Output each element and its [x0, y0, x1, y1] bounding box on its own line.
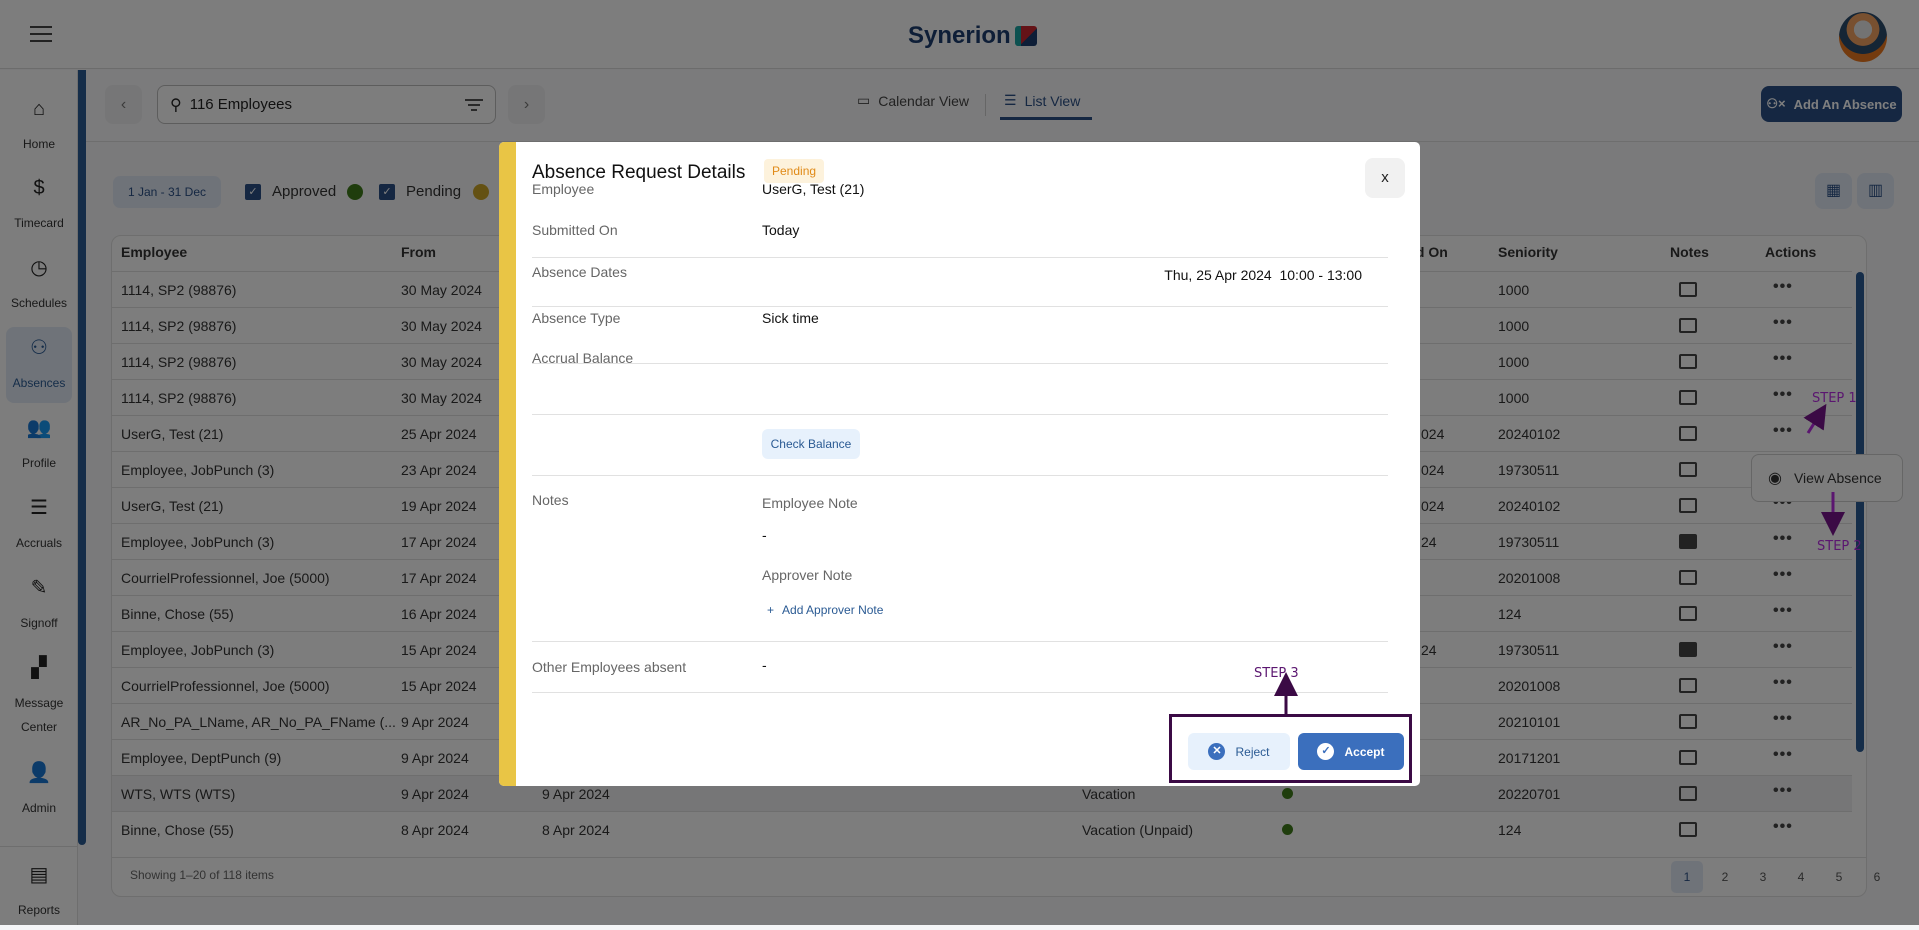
- annotation-arrows: [1274, 403, 1845, 714]
- step1-arrow: [1803, 403, 1827, 434]
- step1-label: STEP 1: [1812, 391, 1857, 406]
- step2-label: STEP 2: [1817, 539, 1862, 554]
- step3-label: STEP 3: [1254, 666, 1299, 681]
